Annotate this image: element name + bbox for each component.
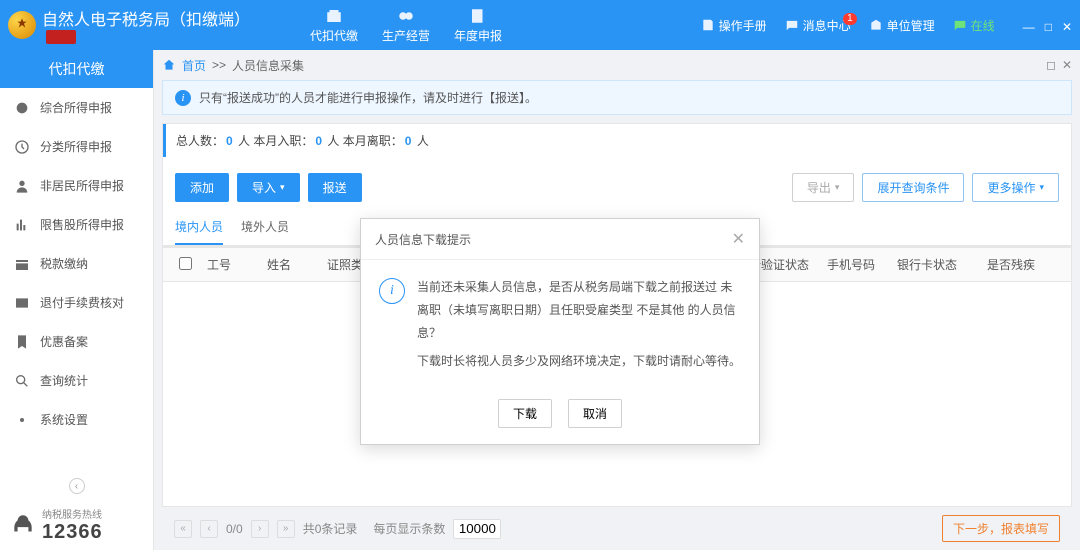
- col-emp-no: 工号: [199, 256, 259, 273]
- chevron-down-icon: ▾: [1039, 182, 1044, 193]
- sidebar-item-nonresident[interactable]: 非居民所得申报: [0, 166, 153, 205]
- sidebar-item-refund-fee[interactable]: 退付手续费核对: [0, 283, 153, 322]
- hotline-number: 12366: [42, 521, 103, 544]
- sidebar-title: 代扣代缴: [0, 50, 153, 88]
- hotline-label: 纳税服务热线: [42, 506, 103, 521]
- import-button[interactable]: 导入▾: [237, 173, 300, 202]
- message-badge: 1: [843, 13, 857, 25]
- page-next-icon[interactable]: ›: [251, 520, 269, 538]
- modal-header: 人员信息下载提示 ✕: [361, 219, 759, 260]
- logo-stamp-icon: [46, 30, 76, 44]
- modal-download-button[interactable]: 下载: [498, 399, 552, 428]
- page-prev-icon[interactable]: ‹: [200, 520, 218, 538]
- nav-production[interactable]: 生产经营: [382, 7, 430, 44]
- page-total: 共0条记录: [303, 520, 358, 537]
- next-step-button[interactable]: 下一步，报表填写: [942, 515, 1060, 542]
- submit-button[interactable]: 报送: [308, 173, 362, 202]
- sidebar-item-preference-filing[interactable]: 优惠备案: [0, 322, 153, 361]
- message-center[interactable]: 消息中心 1: [785, 17, 851, 34]
- tab-domestic[interactable]: 境内人员: [175, 210, 223, 245]
- sidebar-item-tax-payment[interactable]: 税款缴纳: [0, 244, 153, 283]
- online-status[interactable]: 在线: [953, 17, 995, 34]
- window-controls: — □ ✕: [1023, 20, 1072, 34]
- app-title: 自然人电子税务局（扣缴端）: [42, 6, 250, 30]
- sidebar-list: 综合所得申报 分类所得申报 非居民所得申报 限售股所得申报 税款缴纳 退付手续费…: [0, 88, 153, 472]
- more-actions-button[interactable]: 更多操作▾: [972, 173, 1059, 202]
- col-name: 姓名: [259, 256, 319, 273]
- panel-close-icon[interactable]: ✕: [1062, 58, 1072, 72]
- sidebar-item-restricted-stock[interactable]: 限售股所得申报: [0, 205, 153, 244]
- expand-query-button[interactable]: 展开查询条件: [862, 173, 964, 202]
- modal-text: 当前还未采集人员信息，是否从税务局端下载之前报送过 未离职（未填写离职日期）且任…: [417, 276, 741, 373]
- org-manage[interactable]: 单位管理: [869, 17, 935, 34]
- download-modal: 人员信息下载提示 ✕ i 当前还未采集人员信息，是否从税务局端下载之前报送过 未…: [360, 218, 760, 445]
- modal-close-icon[interactable]: ✕: [732, 229, 745, 249]
- minimize-icon[interactable]: —: [1023, 20, 1035, 34]
- modal-cancel-button[interactable]: 取消: [568, 399, 622, 428]
- page-last-icon[interactable]: »: [277, 520, 295, 538]
- info-icon: i: [379, 278, 405, 304]
- chevron-down-icon: ▾: [280, 182, 285, 193]
- top-nav: 代扣代缴 生产经营 年度申报: [310, 7, 502, 44]
- sidebar-item-query-stats[interactable]: 查询统计: [0, 361, 153, 400]
- top-right: 操作手册 消息中心 1 单位管理 在线 — □ ✕: [701, 16, 1072, 34]
- panel-window-icon[interactable]: ◻: [1046, 58, 1056, 72]
- tax-emblem-icon: [8, 11, 36, 39]
- export-button[interactable]: 导出▾: [792, 173, 855, 202]
- manual-link[interactable]: 操作手册: [701, 17, 767, 34]
- col-bank: 银行卡状态: [889, 256, 979, 273]
- breadcrumb-current: 人员信息采集: [232, 57, 304, 74]
- col-phone: 手机号码: [819, 256, 889, 273]
- alert-bar: i 只有“报送成功”的人员才能进行申报操作，请及时进行【报送】。: [162, 80, 1072, 115]
- info-icon: i: [175, 90, 191, 106]
- hotline: 纳税服务热线 12366: [0, 500, 153, 550]
- nav-annual[interactable]: 年度申报: [454, 7, 502, 44]
- col-disabled: 是否残疾: [979, 256, 1049, 273]
- select-all-checkbox[interactable]: [179, 257, 192, 270]
- top-bar: 自然人电子税务局（扣缴端） 代扣代缴 生产经营 年度申报 操作手册 消息中心 1: [0, 0, 1080, 50]
- sidebar-item-classified[interactable]: 分类所得申报: [0, 127, 153, 166]
- logo-block: 自然人电子税务局（扣缴端）: [8, 6, 250, 44]
- page-size-label: 每页显示条数: [373, 520, 445, 537]
- close-icon[interactable]: ✕: [1062, 20, 1072, 34]
- sidebar-item-comprehensive[interactable]: 综合所得申报: [0, 88, 153, 127]
- chevron-down-icon: ▾: [835, 182, 840, 193]
- home-icon[interactable]: [162, 58, 176, 72]
- breadcrumb-home[interactable]: 首页: [182, 57, 206, 74]
- breadcrumb: 首页 >> 人员信息采集 ◻ ✕: [162, 50, 1072, 80]
- alert-text: 只有“报送成功”的人员才能进行申报操作，请及时进行【报送】。: [199, 89, 537, 106]
- action-row: 添加 导入▾ 报送 导出▾ 展开查询条件 更多操作▾: [163, 165, 1071, 210]
- page-first-icon[interactable]: «: [174, 520, 192, 538]
- pager: « ‹ 0/0 › » 共0条记录 每页显示条数 下一步，报表填写: [162, 507, 1072, 550]
- modal-title: 人员信息下载提示: [375, 231, 471, 248]
- sidebar: 代扣代缴 综合所得申报 分类所得申报 非居民所得申报 限售股所得申报 税款缴纳 …: [0, 50, 154, 550]
- page-position: 0/0: [226, 522, 243, 536]
- sidebar-item-settings[interactable]: 系统设置: [0, 400, 153, 439]
- add-button[interactable]: 添加: [175, 173, 229, 202]
- nav-withholding[interactable]: 代扣代缴: [310, 7, 358, 44]
- stats-line: 总人数：0 人 本月入职：0 人 本月离职：0 人: [163, 124, 1071, 157]
- tab-foreign[interactable]: 境外人员: [241, 210, 289, 245]
- headset-icon: [10, 512, 36, 538]
- sidebar-collapse-icon[interactable]: ‹: [69, 478, 85, 494]
- maximize-icon[interactable]: □: [1045, 20, 1052, 34]
- page-size-input[interactable]: [453, 519, 501, 539]
